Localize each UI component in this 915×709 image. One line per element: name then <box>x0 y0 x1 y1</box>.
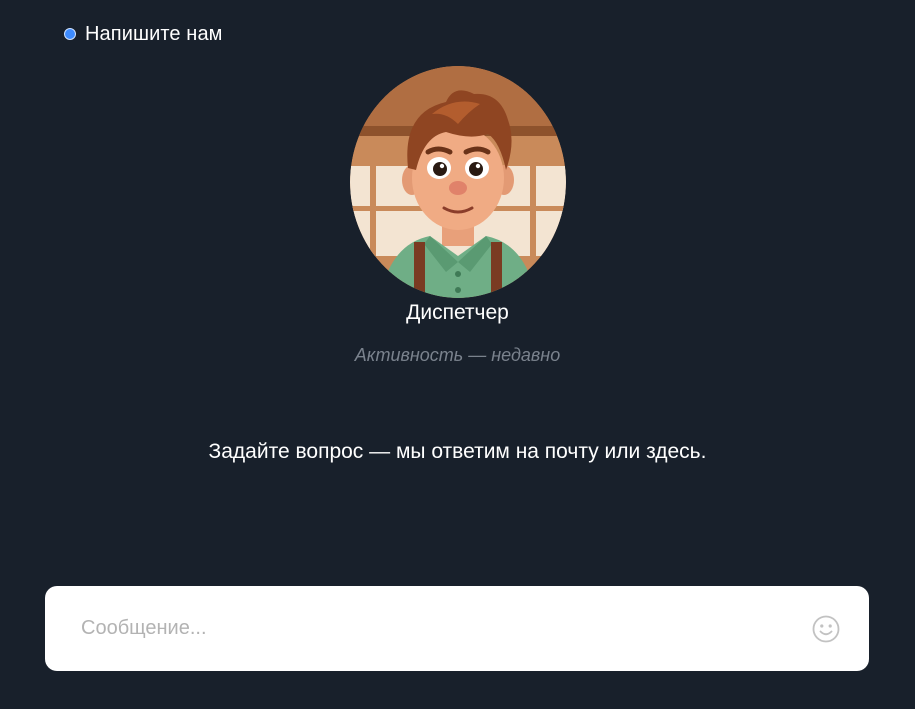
message-composer <box>45 586 869 671</box>
agent-activity-status: Активность — недавно <box>354 345 561 365</box>
smiley-icon[interactable] <box>811 614 841 644</box>
chat-header: Напишите нам <box>64 22 223 46</box>
chat-title: Напишите нам <box>85 22 223 45</box>
online-status-dot <box>64 28 76 40</box>
agent-name: Диспетчер <box>406 301 509 324</box>
agent-avatar <box>349 66 566 298</box>
message-input[interactable] <box>79 616 811 641</box>
welcome-message: Задайте вопрос — мы ответим на почту или… <box>208 440 707 463</box>
agent-profile: Диспетчер Активность — недавно <box>0 66 915 366</box>
